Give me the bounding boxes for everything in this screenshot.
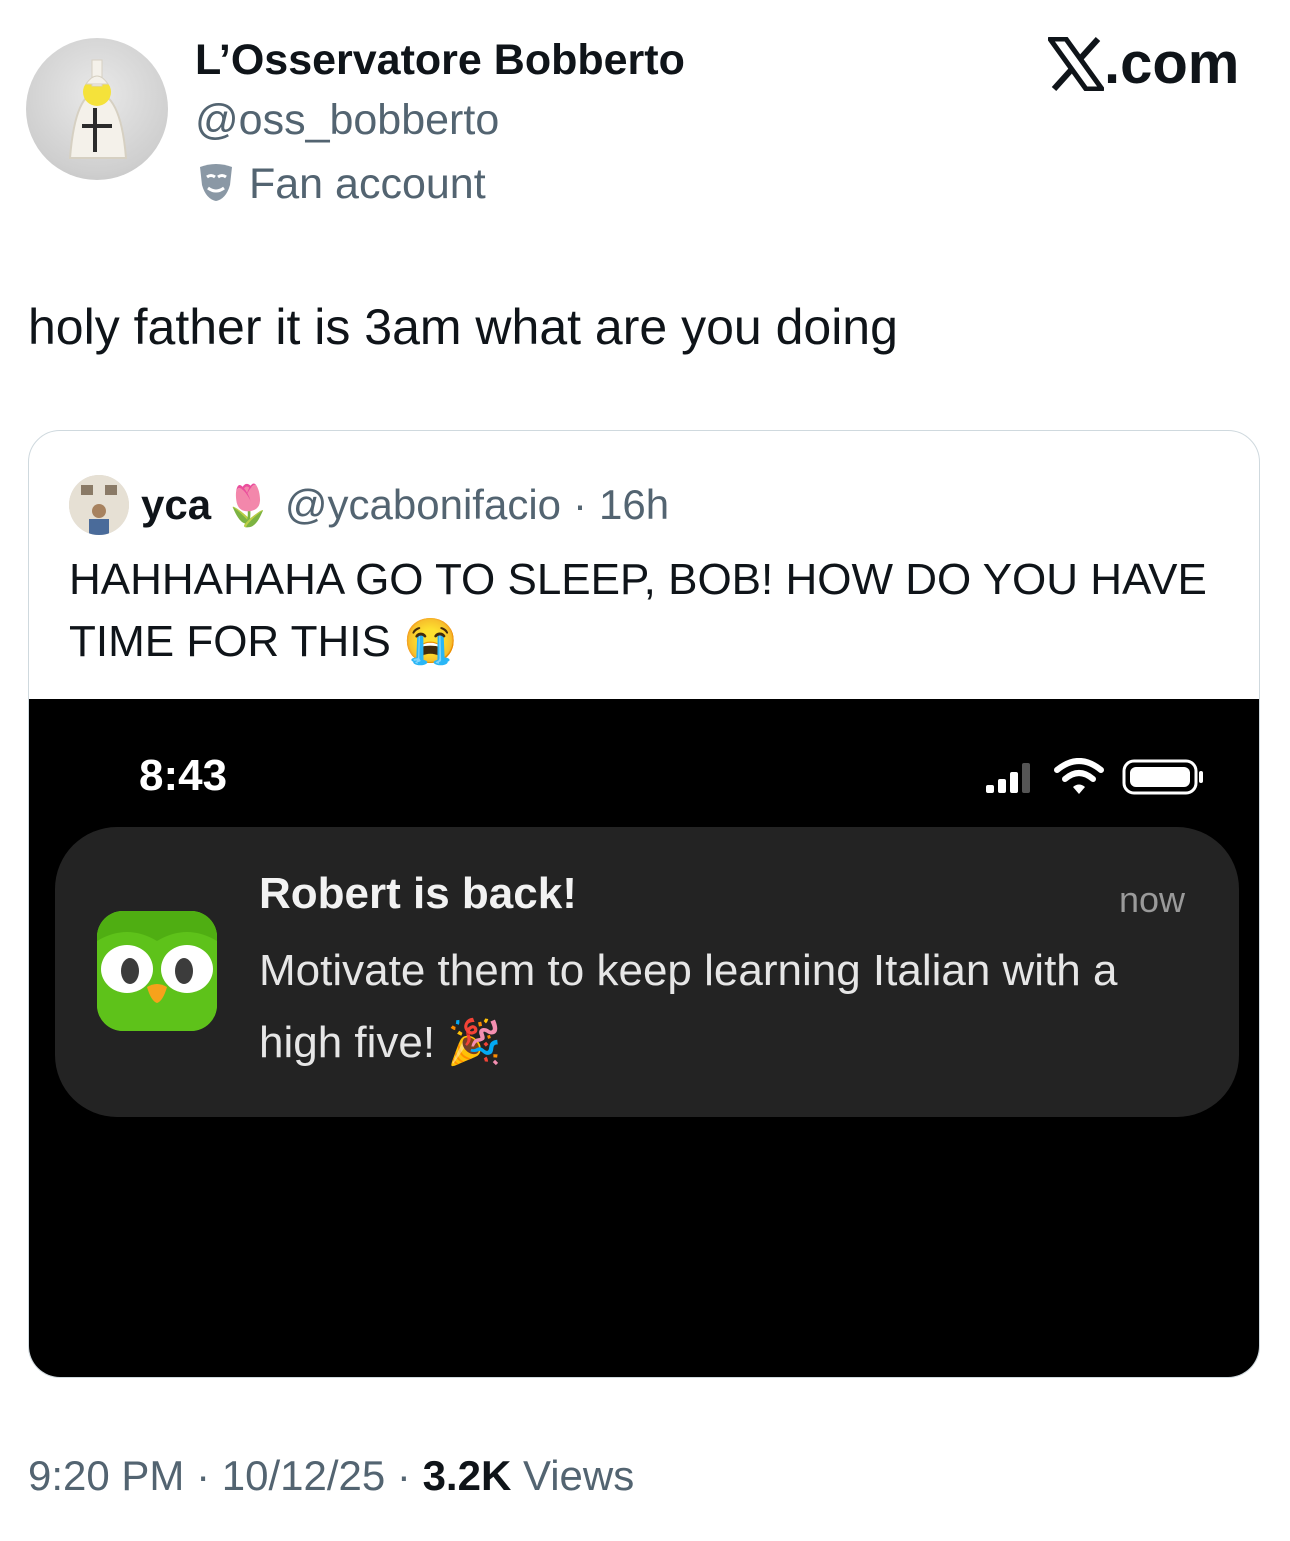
quoted-author-name[interactable]: yca: [141, 481, 211, 529]
quoted-tweet-card[interactable]: yca 🌷 @ycabonifacio · 16h HAHHAHAHA GO T…: [28, 430, 1260, 1378]
tweet-text: holy father it is 3am what are you doing: [28, 299, 898, 355]
author-handle[interactable]: @oss_bobberto: [195, 96, 499, 145]
notification-body-text: Motivate them to keep learning Italian w…: [259, 946, 1118, 1067]
wifi-icon: [1054, 758, 1104, 794]
meta-separator: ·: [573, 481, 588, 528]
author-avatar[interactable]: [26, 38, 168, 180]
quoted-text-body: HAHHAHAHA GO TO SLEEP, BOB! HOW DO YOU H…: [69, 555, 1207, 666]
signal-icon: [986, 763, 1030, 793]
party-popper-emoji: 🎉: [447, 1018, 503, 1067]
quoted-author-handle[interactable]: @ycabonifacio: [285, 481, 561, 529]
meta-separator: ·: [385, 1452, 423, 1499]
status-bar-time: 8:43: [139, 751, 228, 800]
battery-icon: [1122, 759, 1203, 795]
notification-time: now: [1118, 879, 1185, 920]
quoted-tweet-text: HAHHAHAHA GO TO SLEEP, BOB! HOW DO YOU H…: [69, 549, 1219, 673]
quoted-tweet-header: yca 🌷 @ycabonifacio · 16h: [69, 475, 669, 535]
meta-separator: ·: [184, 1452, 222, 1499]
notification-body: Motivate them to keep learning Italian w…: [259, 935, 1199, 1079]
brand-suffix: .com: [1104, 31, 1240, 96]
fan-account-badge[interactable]: Fan account: [195, 158, 486, 210]
notification-title: Robert is back!: [259, 869, 577, 918]
parody-mask-icon: [195, 161, 237, 208]
tweet-meta: 9:20 PM · 10/12/25 · 3.2K Views: [28, 1452, 634, 1500]
x-logo: .com: [1048, 30, 1239, 97]
fan-account-label: Fan account: [249, 159, 486, 208]
duolingo-app-icon: [97, 911, 217, 1031]
views-label: Views: [511, 1452, 635, 1499]
tulip-emoji: 🌷: [223, 483, 273, 528]
attached-image[interactable]: 8:43 Robert is back! now Motivate them t…: [29, 699, 1259, 1377]
views-count[interactable]: 3.2K: [423, 1452, 512, 1499]
owl-icon: [97, 911, 217, 1031]
quoted-avatar-image: [69, 475, 129, 535]
status-bar-icons: [984, 757, 1206, 797]
avatar-image: [68, 59, 128, 159]
post-time[interactable]: 9:20 PM: [28, 1452, 184, 1499]
crying-emoji: 😭: [403, 617, 458, 666]
push-notification[interactable]: Robert is back! now Motivate them to kee…: [55, 827, 1239, 1117]
author-display-name[interactable]: L’Osservatore Bobberto: [195, 36, 685, 85]
quoted-tweet-age[interactable]: 16h: [599, 481, 669, 529]
post-date[interactable]: 10/12/25: [222, 1452, 386, 1499]
x-icon: [1048, 36, 1104, 91]
quoted-author-avatar[interactable]: [69, 475, 129, 535]
